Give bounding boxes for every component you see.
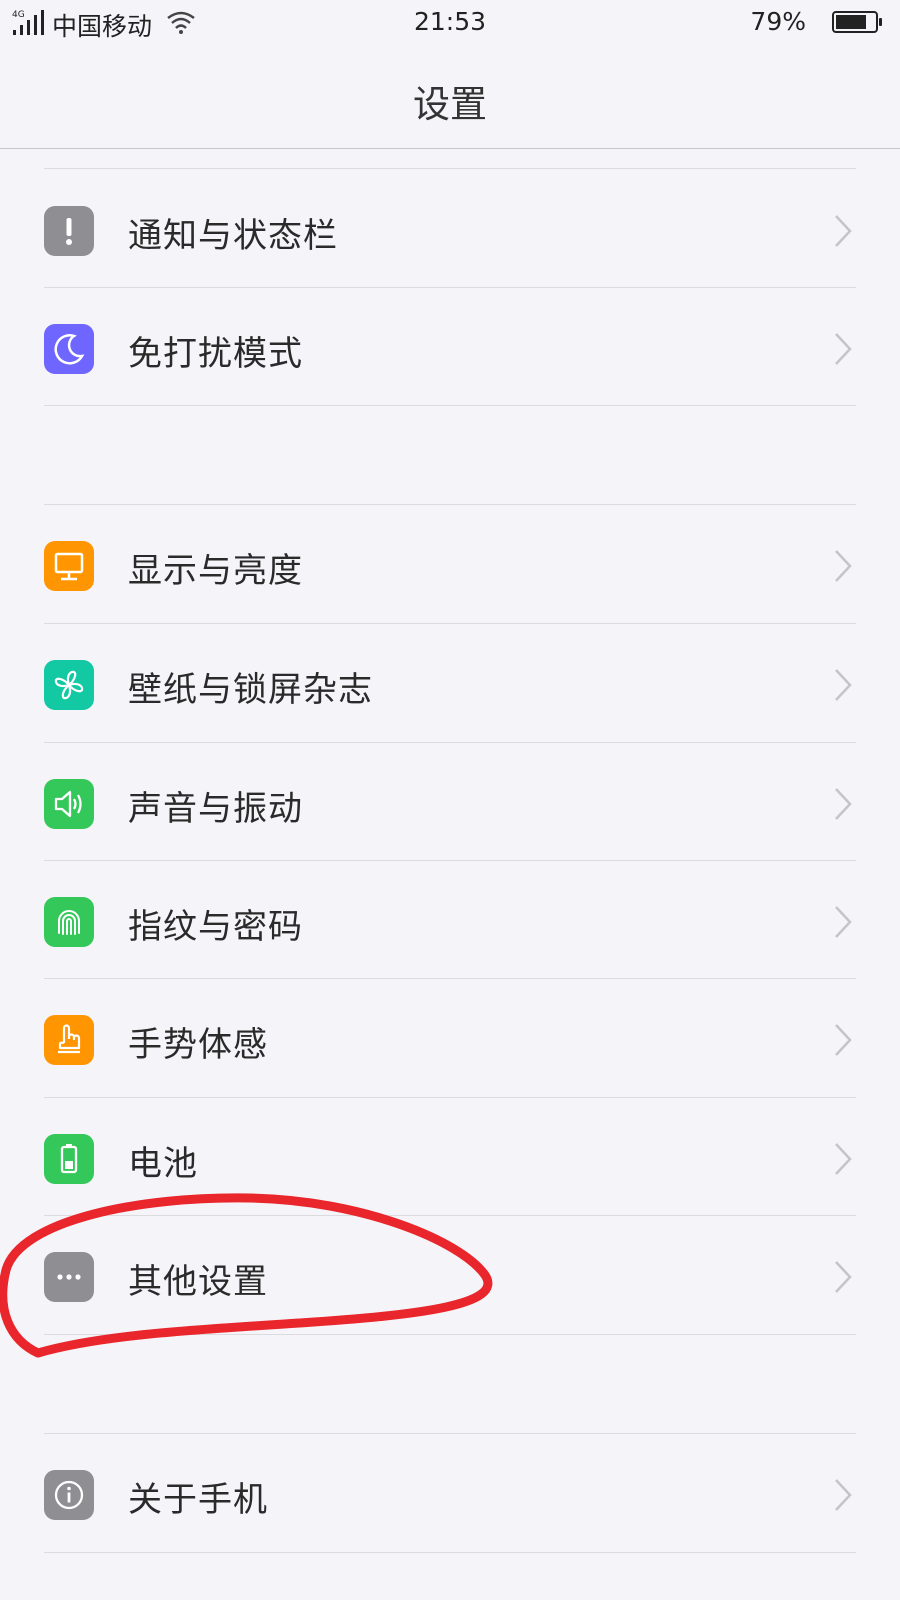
- settings-list: 通知与状态栏 免打扰模式 显示与亮度 壁纸与锁屏杂志 声音与振动 指纹与密码 手…: [0, 0, 900, 1600]
- chevron-right-icon: [835, 1024, 852, 1056]
- chevron-right-icon: [835, 788, 852, 820]
- fingerprint-icon: [44, 897, 94, 947]
- settings-row-label: 手势体感: [128, 1025, 268, 1065]
- divider: [44, 1552, 856, 1553]
- chevron-right-icon: [835, 1143, 852, 1175]
- chevron-right-icon: [835, 906, 852, 938]
- chevron-right-icon: [835, 1261, 852, 1293]
- settings-row-fingerprint[interactable]: 指纹与密码: [0, 861, 900, 981]
- settings-row-battery[interactable]: 电池: [0, 1098, 900, 1218]
- settings-row-sound[interactable]: 声音与振动: [0, 743, 900, 863]
- pinwheel-icon: [44, 660, 94, 710]
- chevron-right-icon: [835, 215, 852, 247]
- settings-row-label: 通知与状态栏: [128, 216, 338, 256]
- battery-icon: [44, 1134, 94, 1184]
- settings-row-notifications[interactable]: 通知与状态栏: [0, 170, 900, 290]
- settings-row-label: 壁纸与锁屏杂志: [128, 670, 373, 710]
- chevron-right-icon: [835, 550, 852, 582]
- settings-row-label: 声音与振动: [128, 789, 303, 829]
- monitor-icon: [44, 541, 94, 591]
- settings-row-label: 指纹与密码: [128, 907, 303, 947]
- settings-row-wallpaper[interactable]: 壁纸与锁屏杂志: [0, 624, 900, 744]
- chevron-right-icon: [835, 1479, 852, 1511]
- more-icon: [44, 1252, 94, 1302]
- settings-row-label: 显示与亮度: [128, 551, 303, 591]
- divider: [44, 1334, 856, 1335]
- settings-row-about-phone[interactable]: 关于手机: [0, 1434, 900, 1554]
- settings-row-gestures[interactable]: 手势体感: [0, 979, 900, 1099]
- settings-row-do-not-disturb[interactable]: 免打扰模式: [0, 288, 900, 408]
- settings-row-label: 其他设置: [128, 1262, 268, 1302]
- moon-icon: [44, 324, 94, 374]
- chevron-right-icon: [835, 333, 852, 365]
- settings-row-label: 关于手机: [128, 1480, 268, 1520]
- settings-row-other-settings[interactable]: 其他设置: [0, 1216, 900, 1336]
- settings-row-label: 电池: [128, 1144, 198, 1184]
- chevron-right-icon: [835, 669, 852, 701]
- settings-row-label: 免打扰模式: [128, 334, 303, 374]
- settings-row-display[interactable]: 显示与亮度: [0, 505, 900, 625]
- divider: [44, 168, 856, 169]
- hand-icon: [44, 1015, 94, 1065]
- divider: [44, 405, 856, 406]
- exclamation-icon: [44, 206, 94, 256]
- speaker-icon: [44, 779, 94, 829]
- info-icon: [44, 1470, 94, 1520]
